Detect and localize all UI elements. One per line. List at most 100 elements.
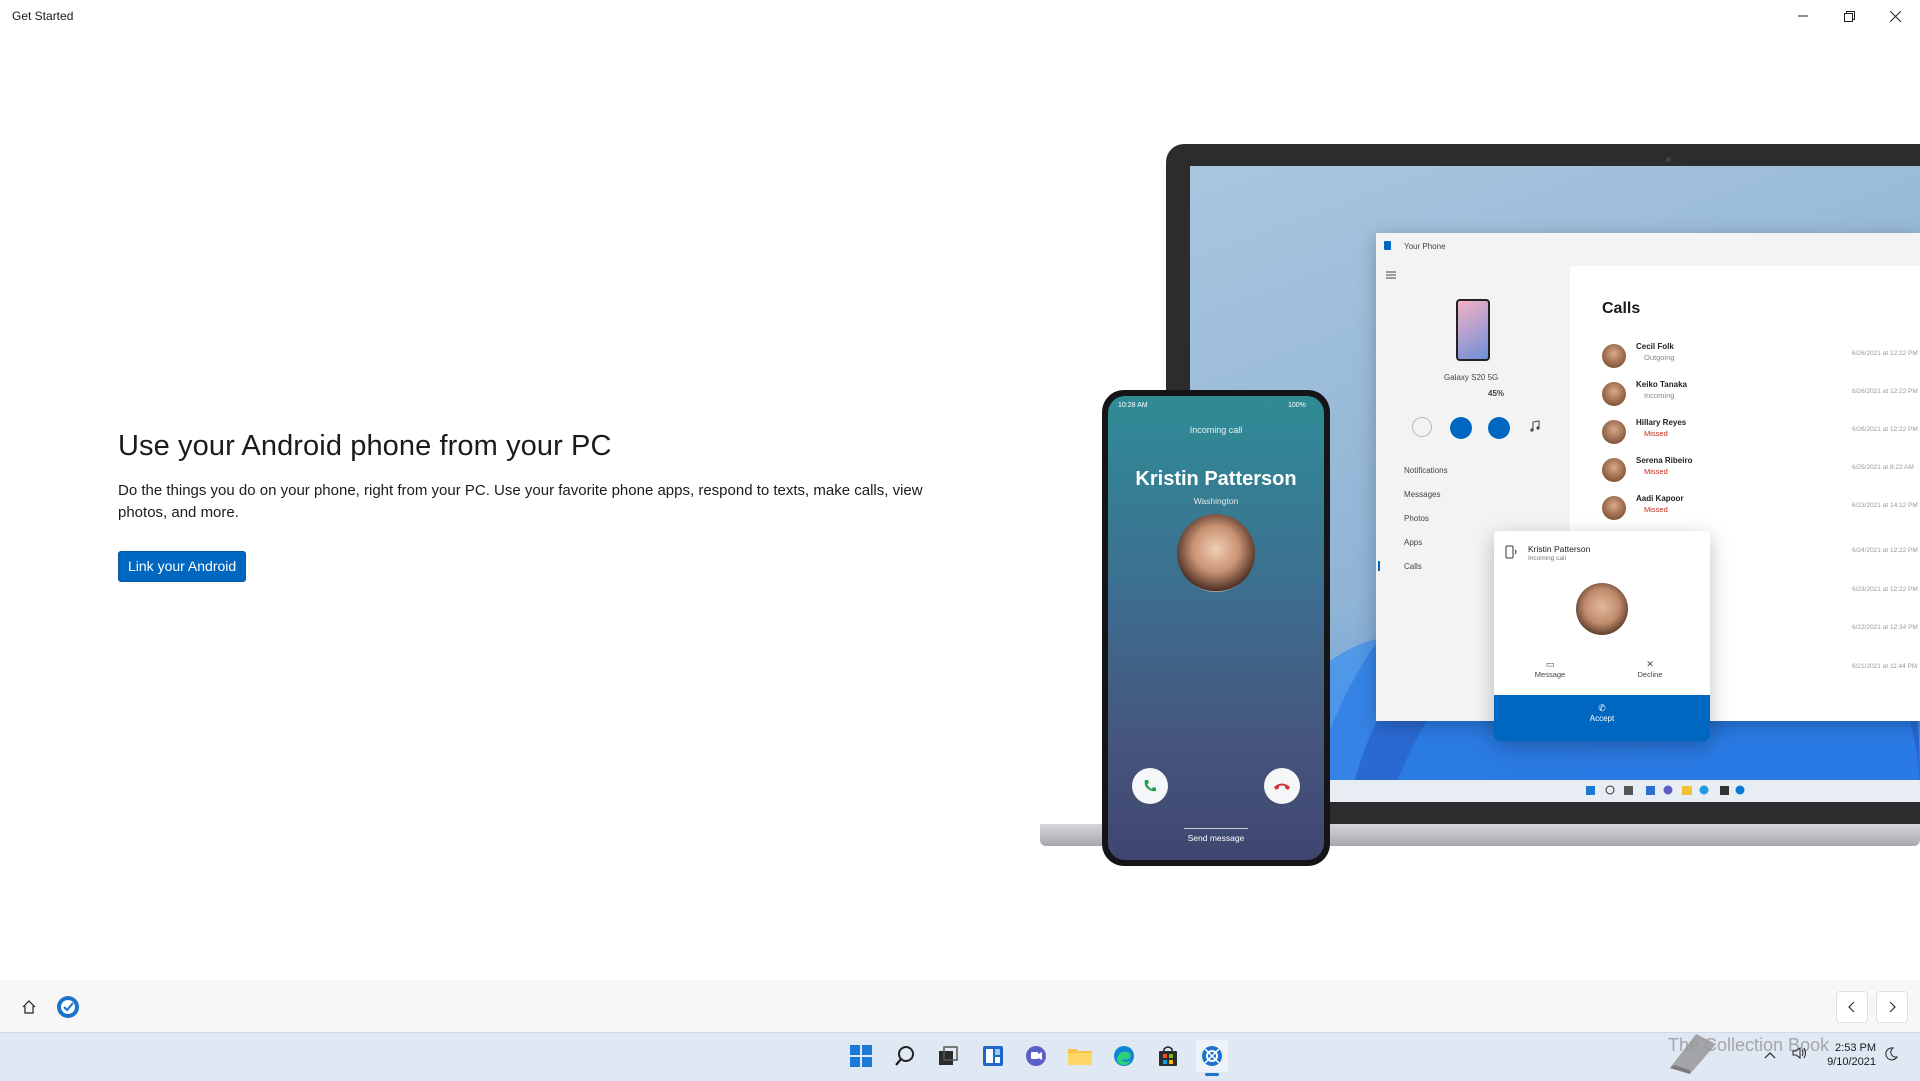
task-view-icon — [939, 1046, 958, 1065]
search-button[interactable] — [889, 1040, 921, 1072]
phone-caller-name: Kristin Patterson — [1135, 468, 1297, 490]
bluetooth-toggle[interactable] — [1450, 417, 1472, 439]
active-app-indicator — [1205, 1073, 1219, 1076]
nav-messages[interactable]: Messages — [1404, 490, 1440, 499]
search-icon — [895, 1046, 914, 1066]
avatar — [1602, 496, 1626, 520]
get-started-taskbar-icon — [1202, 1046, 1222, 1066]
popup-decline-button[interactable]: ✕ Decline — [1630, 659, 1670, 679]
edge-icon — [1114, 1046, 1134, 1066]
phone-caller-location: Washington — [1193, 496, 1239, 506]
phone-status-time: 10:28 AM — [1118, 402, 1148, 409]
nav-calls[interactable]: Calls — [1404, 562, 1422, 571]
chevron-right-icon — [1889, 1001, 1896, 1013]
call-date: 6/24/2021 at 12:22 PM — [1852, 547, 1918, 554]
previous-button[interactable] — [1836, 991, 1868, 1023]
phone-status-battery: 100% — [1288, 402, 1306, 409]
popup-message-button[interactable]: ▭ Message — [1530, 659, 1570, 679]
music-toggle[interactable] — [1526, 417, 1544, 435]
teams-chat-icon — [1026, 1046, 1046, 1066]
home-icon — [22, 1000, 36, 1014]
link-android-button[interactable]: Link your Android — [118, 551, 247, 582]
phone-device-icon — [1505, 545, 1517, 559]
close-icon — [1889, 10, 1901, 22]
get-started-app-button[interactable] — [54, 993, 82, 1021]
dnd-toggle[interactable] — [1412, 417, 1432, 437]
minimize-button[interactable] — [1780, 0, 1826, 32]
laptop-camera — [1666, 157, 1671, 162]
store-button[interactable] — [1152, 1040, 1184, 1072]
clock-date: 9/10/2021 — [1827, 1056, 1876, 1068]
edge-button[interactable] — [1108, 1040, 1140, 1072]
your-phone-logo-icon — [1384, 241, 1391, 250]
music-note-icon — [1530, 420, 1540, 432]
nav-notifications[interactable]: Notifications — [1404, 466, 1448, 475]
popup-accept-button[interactable]: ✆ Accept — [1494, 695, 1710, 741]
phone-incoming-label: Incoming call — [1189, 425, 1243, 435]
next-button[interactable] — [1876, 991, 1908, 1023]
page-heading: Use your Android phone from your PC — [118, 430, 612, 462]
nav-photos[interactable]: Photos — [1404, 514, 1429, 523]
window-title: Get Started — [12, 9, 74, 23]
store-icon — [1159, 1046, 1177, 1066]
title-bar: Get Started — [0, 0, 1920, 32]
call-row[interactable]: Aadi Kapoor Missed 6/23/2021 at 14:12 PM — [1602, 492, 1920, 526]
phone-screen: 10:28 AM 100% Incoming call Kristin Patt… — [1108, 396, 1324, 860]
clock-time: 2:53 PM — [1835, 1042, 1876, 1054]
notification-moon-icon — [1885, 1047, 1899, 1061]
get-started-icon — [57, 996, 79, 1018]
call-row[interactable]: Serena Ribeiro Missed 6/25/2021 at 8:22 AM — [1602, 454, 1920, 488]
avatar — [1602, 382, 1626, 406]
device-battery: 45% — [1488, 389, 1505, 398]
device-image — [1456, 299, 1490, 361]
phone-send-message[interactable]: Send message — [1108, 833, 1324, 843]
phone-caller-avatar — [1177, 514, 1255, 592]
popup-caller: Kristin Patterson — [1528, 544, 1591, 554]
volume-button[interactable] — [1792, 1046, 1808, 1065]
call-row[interactable]: Hillary Reyes Missed 6/26/2021 at 12:22 PM — [1602, 416, 1920, 450]
decline-call-button[interactable] — [1264, 768, 1300, 804]
restore-button[interactable] — [1826, 0, 1872, 32]
chevron-up-icon — [1764, 1052, 1776, 1059]
file-explorer-button[interactable] — [1064, 1040, 1096, 1072]
swipe-indicator — [1184, 828, 1248, 829]
teams-chat-button[interactable] — [1020, 1040, 1052, 1072]
restore-icon — [1843, 10, 1855, 22]
folder-icon — [1068, 1049, 1092, 1065]
avatar — [1602, 420, 1626, 444]
notifications-button[interactable] — [1884, 1047, 1899, 1066]
nav-apps[interactable]: Apps — [1404, 538, 1422, 547]
hamburger-menu-icon — [1386, 271, 1396, 279]
close-button[interactable] — [1872, 0, 1918, 32]
clock[interactable]: 2:53 PM 9/10/2021 — [1827, 1041, 1876, 1069]
phone-hangup-icon — [1274, 783, 1290, 790]
call-row[interactable]: Cecil Folk Outgoing 6/26/2021 at 12:22 PM — [1602, 340, 1920, 374]
device-name: Galaxy S20 5G — [1444, 373, 1499, 382]
popup-subtitle: Incoming call — [1528, 555, 1566, 562]
widgets-icon — [983, 1046, 1003, 1066]
show-hidden-icons-button[interactable] — [1764, 1047, 1776, 1065]
call-date: 6/22/2021 at 12:34 PM — [1852, 624, 1918, 631]
home-button[interactable] — [14, 992, 44, 1022]
message-icon: ▭ — [1545, 659, 1555, 669]
widgets-button[interactable] — [977, 1040, 1009, 1072]
chevron-left-icon — [1848, 1001, 1855, 1013]
answer-call-button[interactable] — [1132, 768, 1168, 804]
page-description: Do the things you do on your phone, righ… — [118, 482, 923, 521]
bottom-navigation — [0, 980, 1920, 1032]
call-row[interactable]: Keiko Tanaka Incoming 6/26/2021 at 12:22 P… — [1602, 378, 1920, 412]
nav-selected-indicator — [1378, 561, 1380, 571]
avatar — [1602, 458, 1626, 482]
task-view-button[interactable] — [932, 1040, 964, 1072]
decline-icon: ✕ — [1646, 659, 1654, 669]
start-button[interactable] — [845, 1040, 877, 1072]
call-date: 6/21/2021 at 11:44 PM — [1852, 663, 1918, 670]
call-date: 6/23/2021 at 12:22 PM — [1852, 586, 1918, 593]
avatar — [1602, 344, 1626, 368]
popup-avatar — [1576, 583, 1628, 635]
get-started-taskbar-button[interactable] — [1196, 1040, 1228, 1072]
phone-answer-icon — [1144, 780, 1156, 792]
sound-toggle[interactable] — [1488, 417, 1510, 439]
your-phone-title: Your Phone — [1404, 242, 1446, 251]
minimize-icon — [1798, 15, 1808, 17]
